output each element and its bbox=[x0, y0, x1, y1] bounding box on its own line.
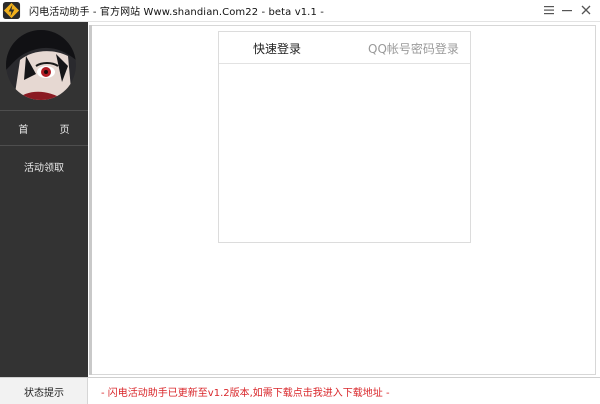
title-bar: 闪电活动助手 - 官方网站 Www.shandian.Com22 - beta … bbox=[0, 0, 600, 22]
close-icon[interactable] bbox=[578, 2, 594, 18]
hamburger-menu-icon[interactable] bbox=[541, 2, 557, 18]
status-label: 状态提示 bbox=[24, 388, 64, 399]
update-notice-link[interactable]: - 闪电活动助手已更新至v1.2版本,如需下载点击我进入下载地址 - bbox=[101, 384, 390, 399]
tab-qq-password-login[interactable]: QQ帐号密码登录 bbox=[368, 40, 459, 57]
login-tabs: 快速登录 QQ帐号密码登录 bbox=[219, 32, 470, 64]
sidebar-divider bbox=[0, 145, 88, 146]
app-logo-icon bbox=[2, 1, 21, 20]
avatar[interactable] bbox=[6, 30, 76, 100]
status-label-box: 状态提示 bbox=[0, 378, 88, 404]
window-title: 闪电活动助手 - 官方网站 Www.shandian.Com22 - beta … bbox=[29, 7, 324, 18]
sidebar-item-activity[interactable]: 活动领取 bbox=[0, 159, 88, 174]
sidebar-divider bbox=[0, 110, 88, 111]
sidebar-item-home[interactable]: 首 页 bbox=[0, 121, 88, 136]
minimize-icon[interactable] bbox=[559, 2, 575, 18]
sidebar: 首 页 活动领取 bbox=[0, 22, 88, 377]
tab-quick-login[interactable]: 快速登录 bbox=[253, 40, 301, 57]
login-panel: 快速登录 QQ帐号密码登录 bbox=[218, 31, 471, 243]
status-bar: 状态提示 - 闪电活动助手已更新至v1.2版本,如需下载点击我进入下载地址 - bbox=[0, 377, 600, 404]
content-edge bbox=[89, 25, 92, 375]
